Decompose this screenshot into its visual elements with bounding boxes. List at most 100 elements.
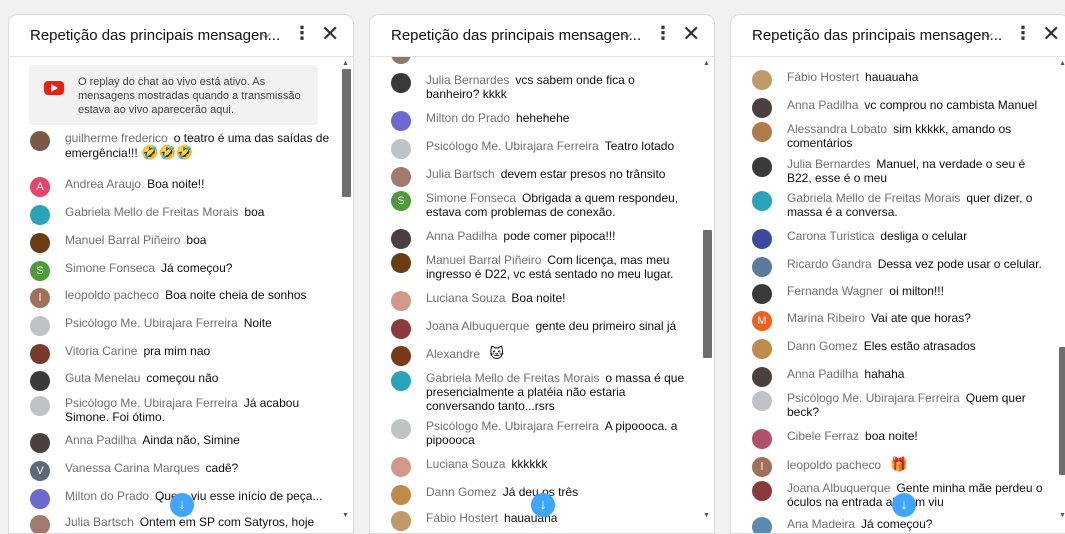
avatar[interactable] (752, 481, 772, 501)
message-author[interactable]: Psicólogo Me. Ubirajara Ferreira (65, 396, 238, 410)
chat-messages[interactable]: Ricardo Gandra Boa noite! Julia Bernardesv… (370, 57, 714, 533)
scroll-up-icon[interactable]: ▲ (342, 60, 349, 67)
message-author[interactable]: Milton do Prado (65, 489, 149, 503)
scrollbar-thumb[interactable] (342, 69, 351, 197)
avatar[interactable] (752, 284, 772, 304)
message-author[interactable]: Anna Padilha (787, 367, 858, 381)
avatar[interactable] (391, 139, 411, 159)
message-author[interactable]: Andrea Araujo (65, 177, 141, 191)
message-author[interactable]: Julia Bernardes (426, 73, 509, 87)
message-author[interactable]: Alessandra Lobato (787, 122, 887, 136)
avatar[interactable] (391, 319, 411, 339)
message-author[interactable]: Carona Turistica (787, 229, 874, 243)
avatar[interactable] (752, 429, 772, 449)
avatar[interactable] (391, 73, 411, 93)
avatar[interactable] (752, 70, 772, 90)
avatar[interactable]: S (30, 261, 50, 281)
message-author[interactable]: Manuel Barral Piñeiro (65, 233, 180, 247)
more-options-icon[interactable]: ⋮ (293, 23, 311, 44)
message-author[interactable]: Fernanda Wagner (787, 284, 883, 298)
message-author[interactable]: Cibele Ferraz (787, 429, 859, 443)
avatar[interactable] (752, 191, 772, 211)
avatar[interactable]: A (30, 177, 50, 197)
scrollbar-thumb[interactable] (703, 230, 712, 358)
avatar[interactable] (391, 57, 411, 64)
avatar[interactable] (30, 489, 50, 509)
scroll-to-bottom-button[interactable]: ↓ (892, 493, 916, 517)
message-author[interactable]: Psicólogo Me. Ubirajara Ferreira (65, 316, 238, 330)
message-author[interactable]: Anna Padilha (65, 433, 136, 447)
avatar[interactable] (30, 205, 50, 225)
message-author[interactable]: Simone Fonseca (65, 261, 155, 275)
chevron-down-icon[interactable]: ⌵ (622, 26, 632, 42)
scroll-down-icon[interactable]: ▼ (342, 512, 349, 519)
more-options-icon[interactable]: ⋮ (1014, 23, 1032, 44)
avatar[interactable] (30, 433, 50, 453)
message-author[interactable]: Anna Padilha (787, 98, 858, 112)
message-author[interactable]: guilherme frederico (65, 131, 168, 145)
message-author[interactable]: Alexandre (426, 347, 480, 361)
message-author[interactable]: Gabriela Mello de Freitas Morais (787, 191, 960, 205)
avatar[interactable] (391, 371, 411, 391)
avatar[interactable] (752, 122, 772, 142)
scroll-down-icon[interactable]: ▼ (1059, 512, 1065, 519)
avatar[interactable]: l (752, 457, 772, 477)
avatar[interactable] (752, 517, 772, 533)
scroll-to-bottom-button[interactable]: ↓ (170, 493, 194, 517)
close-icon[interactable]: ✕ (1042, 21, 1060, 47)
message-author[interactable]: Simone Fonseca (426, 191, 516, 205)
message-author[interactable]: Gabriela Mello de Freitas Morais (426, 371, 599, 385)
chat-title[interactable]: Repetição das principais mensagen... (391, 27, 641, 44)
message-author[interactable]: Vanessa Carina Marques (65, 461, 200, 475)
avatar[interactable] (391, 229, 411, 249)
message-author[interactable]: leopoldo pacheco (65, 288, 159, 302)
avatar[interactable] (30, 233, 50, 253)
avatar[interactable] (391, 253, 411, 273)
message-author[interactable]: Gabriela Mello de Freitas Morais (65, 205, 238, 219)
avatar[interactable] (30, 316, 50, 336)
message-author[interactable]: Guta Menelau (65, 371, 140, 385)
scroll-to-bottom-button[interactable]: ↓ (531, 493, 555, 517)
chat-title[interactable]: Repetição das principais mensagen... (30, 27, 280, 44)
avatar[interactable] (30, 371, 50, 391)
avatar[interactable] (391, 346, 411, 366)
avatar[interactable] (30, 396, 50, 416)
avatar[interactable] (391, 167, 411, 187)
avatar[interactable]: M (752, 311, 772, 331)
avatar[interactable] (391, 457, 411, 477)
message-author[interactable]: Vitoria Carine (65, 344, 137, 358)
message-author[interactable]: Fábio Hostert (426, 511, 498, 525)
message-author[interactable]: Ana Madeira (787, 517, 855, 531)
avatar[interactable] (752, 367, 772, 387)
avatar[interactable]: S (391, 191, 411, 211)
message-author[interactable]: Psicólogo Me. Ubirajara Ferreira (426, 139, 599, 153)
avatar[interactable] (752, 157, 772, 177)
avatar[interactable] (752, 229, 772, 249)
avatar[interactable] (391, 291, 411, 311)
avatar[interactable]: l (30, 288, 50, 308)
message-author[interactable]: Dann Gomez (426, 485, 497, 499)
close-icon[interactable]: ✕ (321, 21, 339, 47)
message-author[interactable]: leopoldo pacheco (787, 458, 881, 472)
chat-messages[interactable]: Fábio Hostert hauauaha Anna Padilha vc comp… (731, 57, 1065, 533)
avatar[interactable] (391, 485, 411, 505)
message-author[interactable]: Milton do Prado (426, 111, 510, 125)
message-author[interactable]: Marina Ribeiro (787, 311, 865, 325)
scrollbar[interactable]: ▲▼ (701, 57, 713, 533)
chat-messages[interactable]: O replay do chat ao vivo está ativo. As … (9, 57, 353, 533)
message-author[interactable]: Julia Bartsch (65, 515, 134, 529)
message-author[interactable]: Julia Bernardes (787, 157, 870, 171)
message-author[interactable]: Ricardo Gandra (426, 57, 511, 58)
chat-title[interactable]: Repetição das principais mensagen... (752, 27, 1002, 44)
scrollbar[interactable]: ▲▼ (1057, 57, 1065, 533)
message-author[interactable]: Joana Albuquerque (426, 319, 529, 333)
avatar[interactable] (752, 98, 772, 118)
message-author[interactable]: Joana Albuquerque (787, 481, 890, 495)
message-author[interactable]: Luciana Souza (426, 457, 505, 471)
avatar[interactable] (752, 391, 772, 411)
message-author[interactable]: Anna Padilha (426, 229, 497, 243)
message-author[interactable]: Psicólogo Me. Ubirajara Ferreira (787, 391, 960, 405)
message-author[interactable]: Psicólogo Me. Ubirajara Ferreira (426, 419, 599, 433)
close-icon[interactable]: ✕ (682, 21, 700, 47)
message-author[interactable]: Manuel Barral Piñeiro (426, 253, 541, 267)
